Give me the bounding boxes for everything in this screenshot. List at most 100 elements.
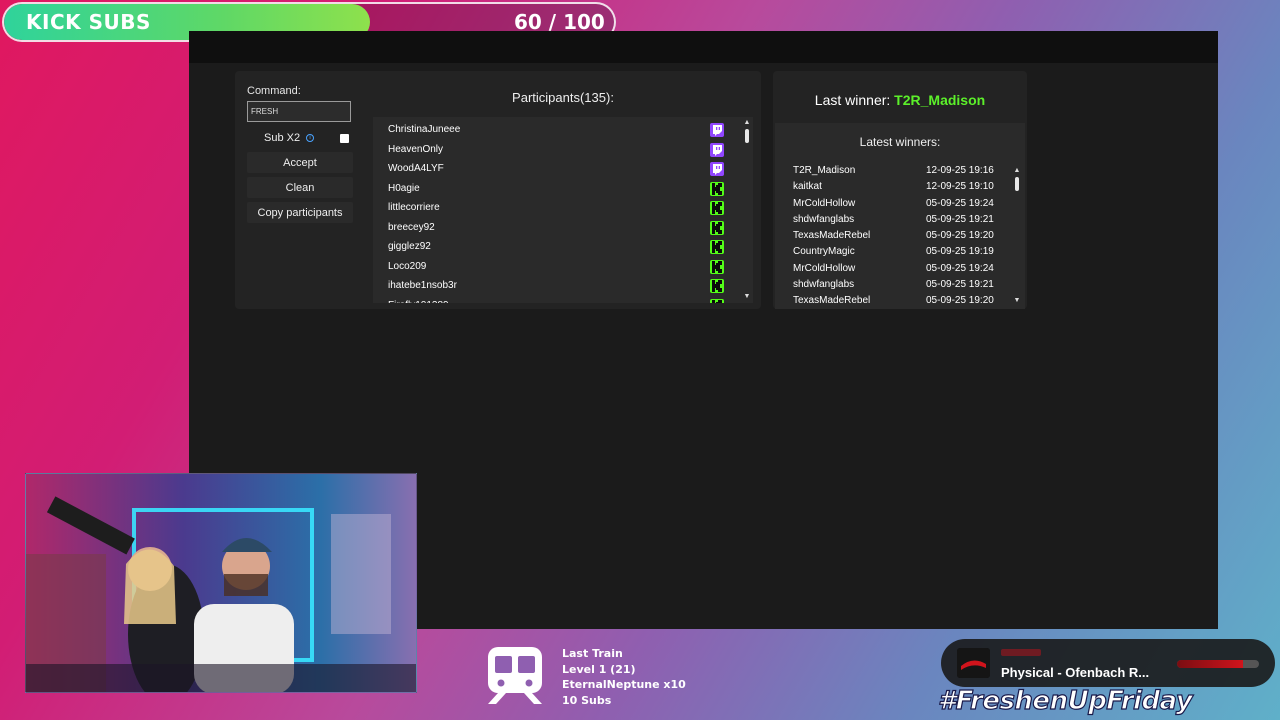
- artist-label-blur: [1001, 649, 1041, 656]
- scroll-thumb[interactable]: [1015, 177, 1019, 191]
- kick-icon: [710, 181, 724, 196]
- winner-date: 05-09-25 19:20: [926, 295, 994, 307]
- participant-name: Loco209: [388, 260, 427, 272]
- winner-date: 05-09-25 19:19: [926, 246, 994, 258]
- latest-winners-title: Latest winners:: [859, 135, 941, 149]
- participant-item[interactable]: Loco209: [373, 257, 753, 277]
- winner-name: shdwfanglabs: [793, 213, 855, 225]
- train-top-contributor: EternalNeptune x10: [562, 678, 686, 691]
- sub-x2-label: Sub X2: [264, 132, 301, 144]
- participant-item[interactable]: breecey92: [373, 218, 753, 238]
- winner-item: shdwfanglabs 05-09-25 19:21: [775, 277, 1025, 293]
- info-icon[interactable]: i: [306, 134, 315, 142]
- kick-icon: [710, 240, 724, 254]
- scroll-down-icon[interactable]: ▼: [743, 293, 751, 301]
- kick-icon: [710, 220, 724, 235]
- kick-icon: [710, 298, 724, 303]
- train-subs: 10 Subs: [562, 693, 612, 707]
- participant-item[interactable]: ChristinaJuneee: [373, 120, 753, 140]
- participant-item[interactable]: HeavenOnly: [373, 140, 753, 160]
- winner-date: 05-09-25 19:21: [926, 213, 994, 225]
- winner-name: MrColdHollow: [793, 197, 856, 209]
- last-winner-label: Last winner:: [814, 92, 891, 108]
- participant-item[interactable]: Firefly101289: [373, 296, 753, 304]
- participant-item[interactable]: littlecorriere: [373, 198, 753, 218]
- winner-date: 05-09-25 19:21: [926, 279, 994, 291]
- winner-item: TexasMadeRebel 05-09-25 19:20: [775, 293, 1025, 309]
- participant-name: WoodA4LYF: [388, 163, 444, 174]
- train-title: Last Train: [562, 647, 623, 660]
- scroll-up-icon[interactable]: ▲: [1013, 167, 1021, 175]
- participant-name: ihatebe1nsob3r: [388, 280, 457, 291]
- winner-name: T2R_Madison: [793, 165, 856, 176]
- winner-name: MrColdHollow: [793, 262, 856, 274]
- command-input[interactable]: [247, 101, 351, 122]
- twitch-icon: [710, 162, 724, 176]
- winner-date: 12-09-25 19:10: [926, 181, 994, 193]
- winner-date: 05-09-25 19:24: [926, 197, 994, 209]
- now-playing-widget: Physical - Ofenbach R...: [941, 639, 1275, 687]
- winner-item: MrColdHollow 05-09-25 19:24: [775, 261, 1025, 277]
- winner-name: CountryMagic: [793, 246, 855, 258]
- participant-item[interactable]: WoodA4LYF: [373, 159, 753, 179]
- winners-panel: Last winner: T2R_Madison Latest winners:…: [773, 71, 1027, 309]
- participant-name: littlecorriere: [388, 202, 440, 213]
- scroll-up-icon[interactable]: ▲: [743, 119, 751, 127]
- train-icon: [486, 645, 544, 705]
- kick-icon: [710, 259, 724, 274]
- participant-name: HeavenOnly: [388, 143, 444, 155]
- last-train-info: Last Train Level 1 (21) EternalNeptune x…: [562, 646, 686, 708]
- latest-winners-box[interactable]: Latest winners: T2R_Madison 12-09-25 19:1…: [775, 123, 1025, 309]
- winner-date: 05-09-25 19:20: [926, 230, 994, 242]
- last-winner: Last winner: T2R_Madison: [773, 92, 1027, 108]
- participant-item[interactable]: ihatebe1nsob3r: [373, 276, 753, 296]
- participant-name: breecey92: [388, 221, 435, 233]
- command-label: Command:: [247, 85, 301, 97]
- sub-x2-checkbox[interactable]: [340, 133, 350, 143]
- winner-item: shdwfanglabs 05-09-25 19:21: [775, 212, 1025, 228]
- winner-date: 12-09-25 19:16: [926, 165, 994, 176]
- winner-date: 05-09-25 19:24: [926, 262, 994, 274]
- winner-item: T2R_Madison 12-09-25 19:16: [775, 163, 1025, 179]
- participants-scrollbar[interactable]: ▲ ▼: [743, 119, 751, 301]
- winner-item: TexasMadeRebel 05-09-25 19:20: [775, 228, 1025, 244]
- participant-item[interactable]: H0agie: [373, 179, 753, 199]
- participant-item[interactable]: gigglez92: [373, 237, 753, 257]
- kick-icon: [710, 279, 724, 293]
- participant-name: Firefly101289: [388, 300, 449, 304]
- scroll-thumb[interactable]: [745, 129, 749, 143]
- train-level: Level 1 (21): [562, 662, 636, 676]
- participant-name: H0agie: [388, 182, 420, 194]
- giveaway-controls: Command: Sub X2 i Accept Clean Copy part…: [247, 85, 353, 223]
- album-art: [957, 648, 990, 678]
- winner-item: CountryMagic 05-09-25 19:19: [775, 244, 1025, 260]
- app-top-bar: [189, 31, 1218, 63]
- song-progress-bar: [1177, 660, 1259, 668]
- twitch-icon: [710, 142, 724, 157]
- scroll-down-icon[interactable]: ▼: [1013, 297, 1021, 305]
- song-progress-fill: [1177, 660, 1243, 668]
- participants-panel: Command: Sub X2 i Accept Clean Copy part…: [235, 71, 761, 309]
- sub-x2-row: Sub X2 i: [247, 132, 353, 144]
- hashtag-banner: #FreshenUpFriday: [937, 685, 1193, 716]
- winner-name: TexasMadeRebel: [793, 230, 871, 242]
- winner-item: kaitkat 12-09-25 19:10: [775, 179, 1025, 195]
- twitch-icon: [710, 123, 724, 137]
- winner-name: TexasMadeRebel: [793, 295, 871, 307]
- participants-list[interactable]: ChristinaJuneee HeavenOnly WoodA4LYF H0agie…: [373, 117, 753, 303]
- winner-name: kaitkat: [793, 181, 822, 193]
- winner-item: MrColdHollow 05-09-25 19:24: [775, 196, 1025, 212]
- copy-participants-button[interactable]: Copy participants: [247, 202, 353, 223]
- participant-name: ChristinaJuneee: [388, 124, 461, 135]
- participant-name: gigglez92: [388, 241, 431, 252]
- participants-title: Participants(135):: [512, 90, 614, 105]
- song-title: Physical - Ofenbach R...: [1001, 665, 1150, 680]
- webcam-feed: [25, 473, 417, 693]
- goal-title: KICK SUBS: [26, 10, 151, 34]
- winner-name: shdwfanglabs: [793, 279, 855, 291]
- accept-button[interactable]: Accept: [247, 152, 353, 173]
- kick-icon: [710, 201, 724, 215]
- last-winner-name: T2R_Madison: [894, 92, 986, 108]
- winners-scrollbar[interactable]: ▲ ▼: [1013, 167, 1021, 305]
- clean-button[interactable]: Clean: [247, 177, 353, 198]
